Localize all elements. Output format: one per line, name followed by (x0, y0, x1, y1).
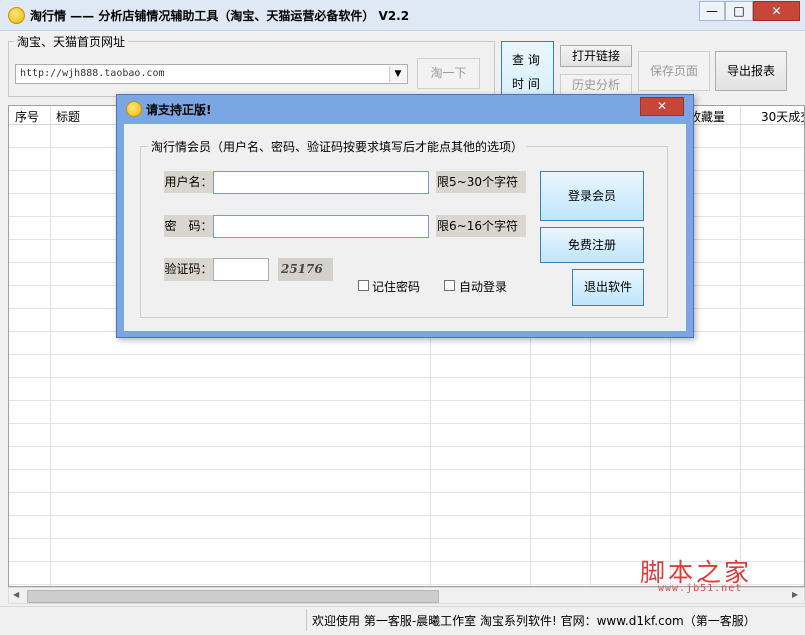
chevron-down-icon[interactable]: ▼ (389, 66, 406, 82)
table-row-divider (9, 446, 804, 447)
remember-password-checkbox[interactable] (358, 280, 369, 291)
dialog-close-button[interactable]: ✕ (640, 97, 684, 116)
dialog-body: 淘行情会员（用户名、密码、验证码按要求填写后才能点其他的选项） 用户名： 限5~… (124, 124, 686, 331)
table-row-divider (9, 515, 804, 516)
title-bar: 淘行情 —— 分析店铺情况辅助工具（淘宝、天猫运营必备软件） V2.2 — □ … (0, 0, 805, 31)
table-row-divider (9, 423, 804, 424)
column-header-title[interactable]: 标题 (56, 108, 80, 125)
maximize-button[interactable]: □ (725, 1, 753, 21)
table-row-divider (9, 354, 804, 355)
query-time-button[interactable]: 查 询 时 间 (501, 41, 554, 97)
table-row-divider (9, 377, 804, 378)
register-button[interactable]: 免费注册 (540, 227, 644, 263)
exit-button[interactable]: 退出软件 (572, 269, 644, 306)
status-text: 欢迎使用 第一客服-晨曦工作室 淘宝系列软件! 官网：www.d1kf.com（… (312, 614, 756, 628)
remember-password-label[interactable]: 记住密码 (372, 278, 420, 295)
url-combobox[interactable]: http://wjh888.taobao.com ▼ (15, 64, 408, 84)
captcha-label: 验证码： (164, 258, 213, 281)
dialog-app-icon (126, 101, 142, 117)
search-button[interactable]: 淘一下 (417, 58, 480, 89)
status-bar: 欢迎使用 第一客服-晨曦工作室 淘宝系列软件! 官网：www.d1kf.com（… (0, 606, 805, 635)
table-row-divider (9, 469, 804, 470)
username-hint: 限5~30个字符 (436, 171, 526, 193)
username-label: 用户名： (164, 171, 213, 193)
password-hint: 限6~16个字符 (436, 215, 526, 237)
column-header-favorites[interactable]: 收藏量 (689, 108, 725, 125)
username-input[interactable] (213, 171, 429, 194)
password-label: 密 码： (164, 215, 213, 237)
table-row-divider (9, 538, 804, 539)
table-row-divider (9, 400, 804, 401)
login-dialog: 请支持正版! ✕ 淘行情会员（用户名、密码、验证码按要求填写后才能点其他的选项）… (116, 94, 694, 338)
table-row-divider (9, 492, 804, 493)
scroll-left-icon[interactable]: ◀ (13, 590, 19, 599)
auto-login-label[interactable]: 自动登录 (459, 278, 507, 295)
password-input[interactable] (213, 215, 429, 238)
watermark-url: www.jb51.net (658, 583, 743, 594)
watermark-logo: 脚本之家 www.jb51.net (640, 553, 752, 594)
app-icon (8, 7, 25, 24)
captcha-input[interactable] (213, 258, 269, 281)
dialog-title: 请支持正版! (146, 103, 212, 117)
close-button[interactable]: ✕ (753, 1, 800, 21)
save-page-button[interactable]: 保存页面 (638, 51, 710, 91)
url-value: http://wjh888.taobao.com (20, 68, 165, 79)
column-header-30day-sales[interactable]: 30天成交 (761, 108, 804, 125)
window-title: 淘行情 —— 分析店铺情况辅助工具（淘宝、天猫运营必备软件） V2.2 (30, 9, 410, 23)
auto-login-checkbox[interactable] (444, 280, 455, 291)
query-time-line2: 时 间 (512, 77, 540, 91)
column-header-index[interactable]: 序号 (15, 108, 39, 125)
member-group-label: 淘行情会员（用户名、密码、验证码按要求填写后才能点其他的选项） (148, 138, 527, 155)
open-link-button[interactable]: 打开链接 (560, 45, 632, 67)
captcha-image[interactable]: 25176 (278, 258, 333, 281)
query-time-line1: 查 询 (512, 53, 540, 67)
history-button[interactable]: 历史分析 (560, 74, 632, 96)
minimize-button[interactable]: — (699, 1, 725, 21)
scroll-right-icon[interactable]: ▶ (792, 590, 798, 599)
url-group-label: 淘宝、天猫首页网址 (14, 33, 129, 50)
status-divider (306, 609, 307, 631)
login-button[interactable]: 登录会员 (540, 171, 644, 221)
export-button[interactable]: 导出报表 (715, 51, 787, 91)
scrollbar-thumb[interactable] (27, 590, 439, 603)
